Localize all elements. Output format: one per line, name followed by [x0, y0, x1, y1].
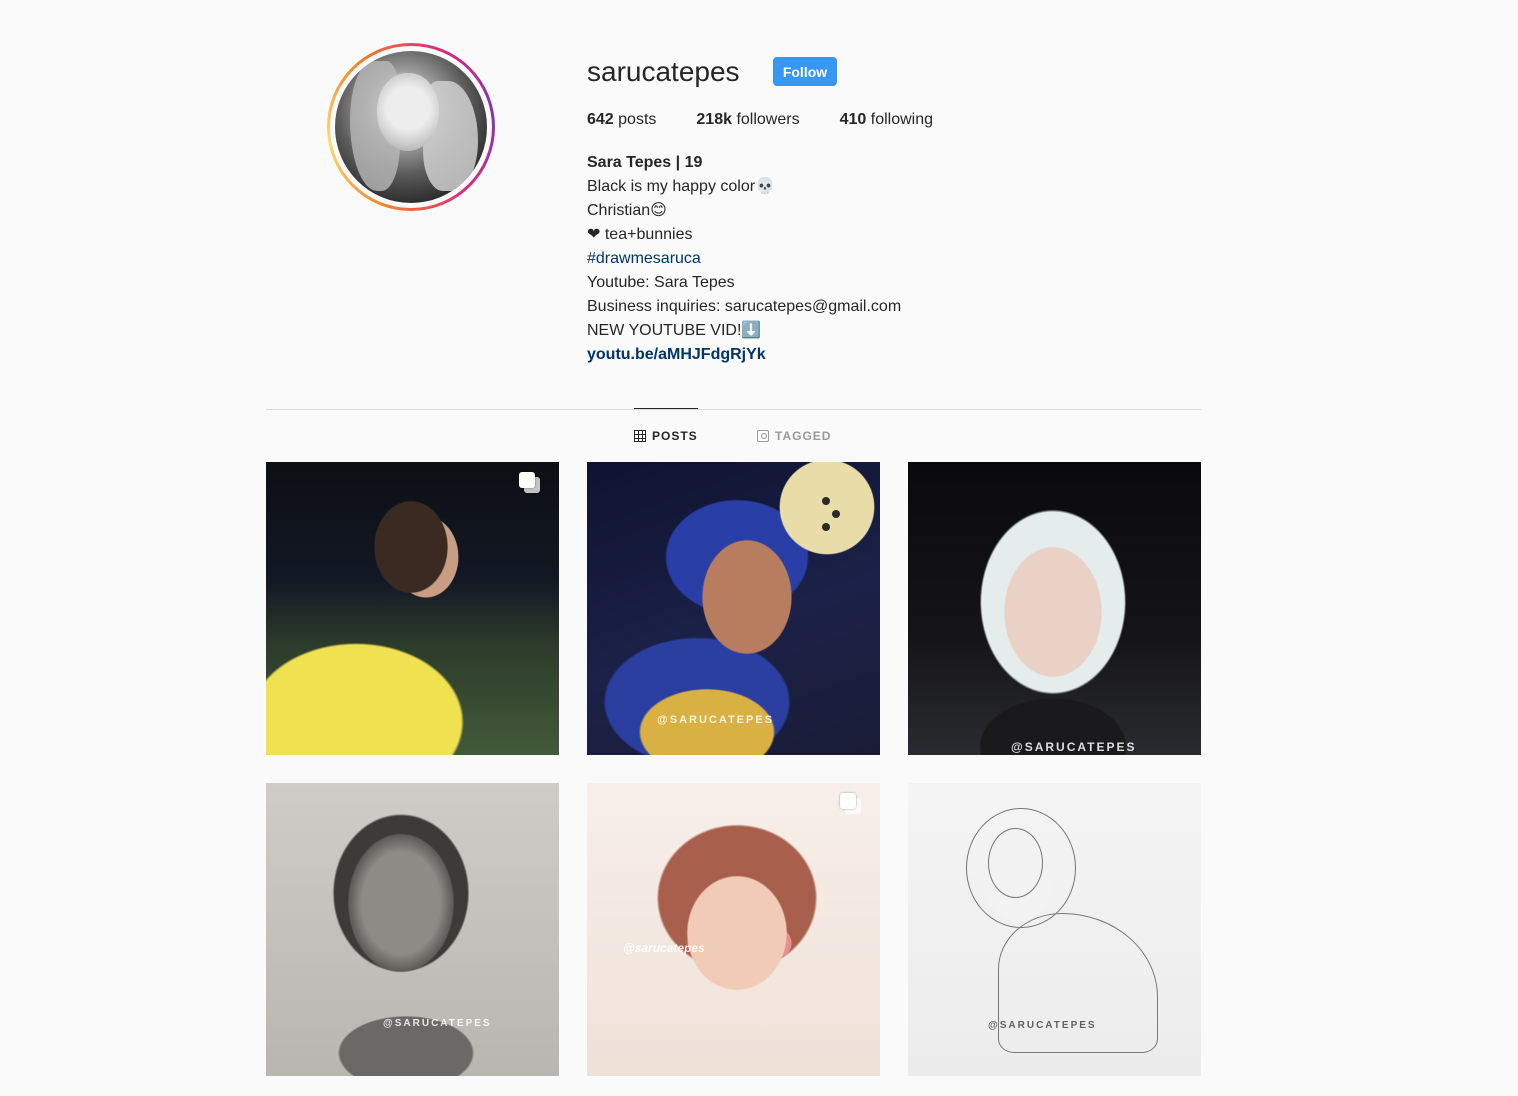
avatar: [335, 51, 487, 203]
post-thumbnail-5[interactable]: @sarucatepes: [587, 783, 880, 1076]
post-thumbnail-4[interactable]: @SARUCATEPES: [266, 783, 559, 1076]
post-watermark: @sarucatepes: [623, 941, 705, 955]
profile-bio: Sara Tepes | 19 Black is my happy color💀…: [587, 151, 901, 367]
tabs-divider: [266, 409, 1201, 410]
post-thumbnail-2[interactable]: @SARUCATEPES: [587, 462, 880, 755]
bio-external-link[interactable]: youtu.be/aMHJFdgRjYk: [587, 343, 901, 367]
following-link[interactable]: 410 following: [840, 110, 933, 130]
tab-posts[interactable]: POSTS: [634, 428, 698, 444]
post-watermark: @SARUCATEPES: [988, 1020, 1097, 1031]
bio-line: Black is my happy color💀: [587, 178, 775, 195]
followers-link[interactable]: 218k followers: [696, 110, 799, 130]
bio-line: Youtube: Sara Tepes: [587, 274, 735, 291]
grid-icon: [634, 430, 646, 442]
tagged-user-icon: [757, 430, 769, 442]
profile-full-name: Sara Tepes | 19: [587, 154, 703, 171]
bio-line: NEW YOUTUBE VID!⬇️: [587, 322, 762, 339]
profile-stats: 642 posts 218k followers 410 following: [587, 110, 973, 130]
post-thumbnail-1[interactable]: [266, 462, 559, 755]
post-thumbnail-3[interactable]: @SARUCATEPES: [908, 462, 1201, 755]
tab-tagged[interactable]: TAGGED: [757, 428, 831, 444]
multiple-images-icon: [519, 472, 541, 494]
bio-line: Christian😊: [587, 202, 667, 219]
profile-page: sarucatepes Follow 642 posts 218k follow…: [0, 0, 1518, 1096]
bio-line: ❤ tea+bunnies: [587, 226, 693, 243]
post-watermark: @SARUCATEPES: [383, 1018, 492, 1029]
multiple-images-icon: [840, 793, 862, 815]
post-watermark: @SARUCATEPES: [657, 714, 775, 726]
profile-avatar-story-ring[interactable]: [327, 43, 495, 211]
bio-line: Business inquiries: sarucatepes@gmail.co…: [587, 298, 902, 315]
post-thumbnail-6[interactable]: @SARUCATEPES: [908, 783, 1201, 1076]
active-tab-indicator: [634, 408, 698, 409]
profile-username: sarucatepes: [587, 56, 740, 87]
post-watermark: @SARUCATEPES: [1011, 740, 1137, 754]
follow-button[interactable]: Follow: [773, 57, 837, 86]
bio-hashtag-link[interactable]: #drawmesaruca: [587, 247, 901, 271]
posts-count: 642 posts: [587, 111, 657, 128]
